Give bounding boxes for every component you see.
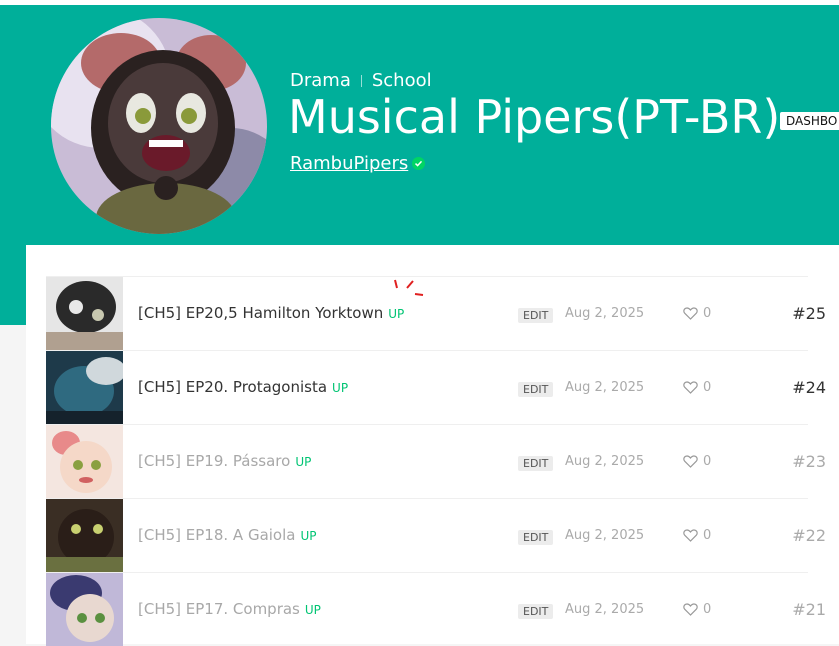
episode-title: [CH5] EP19. Pássaro UP xyxy=(138,452,312,470)
page-background xyxy=(0,325,26,644)
series-cover-image xyxy=(51,18,267,234)
episode-number: #22 xyxy=(792,526,826,545)
episode-likes: 0 xyxy=(683,306,711,321)
author-info: RambuPipers xyxy=(290,153,426,174)
episode-date: Aug 2, 2025 xyxy=(565,454,645,469)
series-title: Musical Pipers(PT-BR) xyxy=(288,90,781,144)
episode-date: Aug 2, 2025 xyxy=(565,306,645,321)
edit-button[interactable]: EDIT xyxy=(518,308,554,323)
author-link[interactable]: RambuPipers xyxy=(290,153,408,174)
episode-thumbnail xyxy=(46,425,123,498)
episode-panel: [CH5] EP20,5 Hamilton Yorktown UP EDIT Au… xyxy=(26,245,839,646)
up-badge: UP xyxy=(300,529,317,543)
episode-number: #21 xyxy=(792,600,826,619)
like-count: 0 xyxy=(703,528,712,543)
episode-likes: 0 xyxy=(683,380,711,395)
episode-likes: 0 xyxy=(683,602,711,617)
like-count: 0 xyxy=(703,380,712,395)
heart-icon xyxy=(683,529,698,542)
heart-icon xyxy=(683,603,698,616)
episode-thumbnail xyxy=(46,351,123,424)
heart-icon xyxy=(683,381,698,394)
heart-icon xyxy=(683,455,698,468)
up-badge: UP xyxy=(304,603,321,617)
up-badge: UP xyxy=(332,381,349,395)
edit-button[interactable]: EDIT xyxy=(518,530,554,545)
episode-likes: 0 xyxy=(683,454,711,469)
genre-list: Drama School xyxy=(290,70,432,91)
episode-likes: 0 xyxy=(683,528,711,543)
heart-icon xyxy=(683,307,698,320)
episode-row[interactable]: [CH5] EP20. Protagonista UP EDIT Aug 2, 2… xyxy=(46,350,826,424)
edit-button[interactable]: EDIT xyxy=(518,456,554,471)
episode-thumbnail xyxy=(46,499,123,572)
episode-number: #25 xyxy=(792,304,826,323)
episode-list: [CH5] EP20,5 Hamilton Yorktown UP EDIT Au… xyxy=(46,276,826,646)
episode-title: [CH5] EP18. A Gaiola UP xyxy=(138,526,317,544)
genre-separator xyxy=(360,74,362,87)
episode-number: #23 xyxy=(792,452,826,471)
episode-row[interactable]: [CH5] EP18. A Gaiola UP EDIT Aug 2, 2025 … xyxy=(46,498,826,572)
red-marker-strokes xyxy=(394,279,424,296)
like-count: 0 xyxy=(703,306,712,321)
like-count: 0 xyxy=(703,454,712,469)
episode-title: [CH5] EP20,5 Hamilton Yorktown UP xyxy=(138,304,405,322)
episode-date: Aug 2, 2025 xyxy=(565,602,645,617)
episode-date: Aug 2, 2025 xyxy=(565,528,645,543)
up-badge: UP xyxy=(295,455,312,469)
episode-thumbnail xyxy=(46,573,123,646)
episode-thumbnail xyxy=(46,277,123,350)
genre-tag[interactable]: School xyxy=(372,70,432,91)
like-count: 0 xyxy=(703,602,712,617)
episode-title: [CH5] EP20. Protagonista UP xyxy=(138,378,349,396)
edit-button[interactable]: EDIT xyxy=(518,382,554,397)
episode-date: Aug 2, 2025 xyxy=(565,380,645,395)
episode-row[interactable]: [CH5] EP19. Pássaro UP EDIT Aug 2, 2025 0… xyxy=(46,424,826,498)
genre-tag[interactable]: Drama xyxy=(290,70,351,91)
verified-check-icon xyxy=(412,157,426,170)
episode-title: [CH5] EP17. Compras UP xyxy=(138,600,321,618)
up-badge: UP xyxy=(388,307,405,321)
dashboard-button[interactable]: DASHBO xyxy=(780,112,839,130)
edit-button[interactable]: EDIT xyxy=(518,604,554,619)
episode-number: #24 xyxy=(792,378,826,397)
episode-row[interactable]: [CH5] EP17. Compras UP EDIT Aug 2, 2025 0… xyxy=(46,572,826,646)
